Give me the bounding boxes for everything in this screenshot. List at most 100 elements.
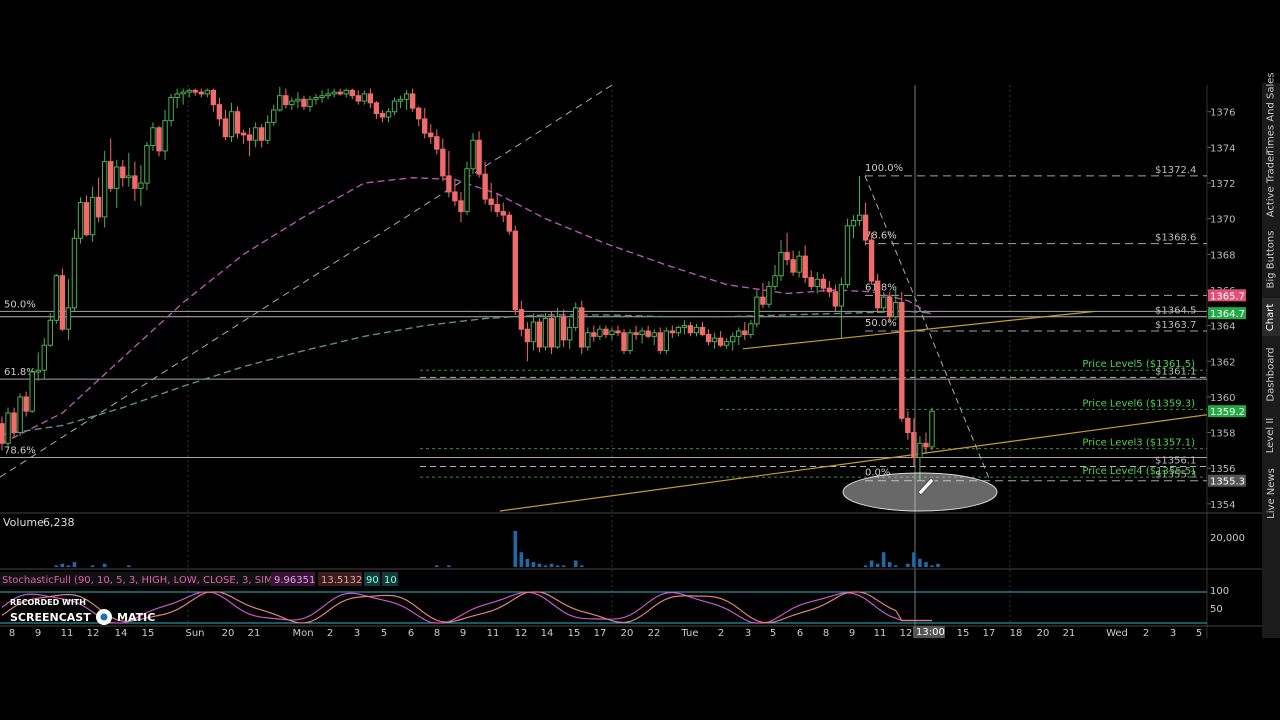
candle-body xyxy=(337,91,343,95)
candle-body xyxy=(415,107,422,120)
candle-body xyxy=(29,371,35,412)
fib-price-label: $1368.6 xyxy=(1155,233,1196,244)
horizontal-line-label: $1364.5 xyxy=(1155,306,1196,317)
candle-body xyxy=(95,196,102,218)
candle-body xyxy=(488,198,494,205)
retracement-label: 78.6% xyxy=(4,446,36,457)
candle-body xyxy=(814,278,820,287)
candle-body xyxy=(150,127,156,147)
candle-body xyxy=(778,252,784,277)
tab-level-ii[interactable]: Level II xyxy=(1262,412,1280,458)
volume-bar xyxy=(127,565,131,567)
x-tick-label: 2 xyxy=(718,628,724,639)
candle-body xyxy=(560,316,567,341)
tab-times-and-sales[interactable]: Times And Sales xyxy=(1262,72,1280,154)
candle-body xyxy=(65,307,72,330)
x-tick-label: 8 xyxy=(823,628,829,639)
volume-bar xyxy=(561,565,566,567)
candle-body xyxy=(548,317,555,348)
x-tick-label: 14 xyxy=(115,628,128,639)
candle-body xyxy=(651,332,657,337)
candle-body xyxy=(639,330,645,336)
price-level-label: Price Level3 ($1357.1) xyxy=(1082,438,1195,449)
tab-big-buttons[interactable]: Big Buttons xyxy=(1262,228,1280,290)
candle-body xyxy=(929,410,935,448)
x-tick-label: 11 xyxy=(487,628,500,639)
x-tick-label: 5 xyxy=(1196,628,1202,639)
candle-body xyxy=(23,396,29,412)
x-tick-label: 15 xyxy=(957,628,970,639)
candle-body xyxy=(17,396,23,434)
x-tick-label: 22 xyxy=(648,628,661,639)
fib-price-label: $1372.4 xyxy=(1155,165,1196,176)
x-tick-label: 15 xyxy=(142,628,155,639)
volume-bar xyxy=(435,565,439,567)
candle-body xyxy=(536,321,543,348)
candle-body xyxy=(742,330,748,336)
stochastic-axis-100: 100 xyxy=(1210,586,1229,597)
tab-dashboard[interactable]: Dashboard xyxy=(1262,345,1280,403)
y-tick-label: 1358 xyxy=(1210,429,1235,440)
x-tick-label: 9 xyxy=(849,628,855,639)
stochastic-k-value: 9.96351 xyxy=(274,575,315,586)
candle-body xyxy=(252,127,259,141)
candle-body xyxy=(301,98,307,107)
volume-bar xyxy=(875,563,880,567)
candle-body xyxy=(681,325,688,328)
candle-body xyxy=(271,109,277,123)
overbought-value: 90 xyxy=(366,575,379,586)
candle-body xyxy=(403,93,410,100)
stochastic-axis-50: 50 xyxy=(1210,604,1223,615)
candle-body xyxy=(277,95,283,111)
candle-body xyxy=(476,139,482,175)
candle-body xyxy=(114,166,120,189)
candle-body xyxy=(494,203,500,213)
candle-body xyxy=(47,319,54,346)
candle-body xyxy=(874,280,881,309)
candle-body xyxy=(826,287,833,293)
price-level-label: Price Level5 ($1361.5) xyxy=(1082,359,1195,370)
candle-body xyxy=(711,337,718,343)
volume-bar xyxy=(863,565,868,567)
volume-label: Volume xyxy=(3,516,44,529)
volume-bar xyxy=(912,552,916,567)
tab-live-news[interactable]: Live News xyxy=(1262,466,1280,520)
candle-body xyxy=(609,330,615,336)
candle-body xyxy=(784,252,790,261)
stochastic-label: StochasticFull (90, 10, 5, 3, HIGH, LOW,… xyxy=(2,575,295,586)
tab-chart[interactable]: Chart xyxy=(1262,298,1280,336)
candle-body xyxy=(627,332,633,352)
candle-body xyxy=(802,255,808,279)
x-tick-label: 11 xyxy=(61,628,74,639)
candle-body xyxy=(228,111,235,138)
candle-body xyxy=(325,93,331,97)
tab-active-trader[interactable]: Active Trader xyxy=(1262,150,1280,218)
volume-bar xyxy=(102,563,107,567)
candle-body xyxy=(434,136,440,150)
volume-bar xyxy=(924,562,928,567)
x-tick-label: 3 xyxy=(354,628,360,639)
candle-body xyxy=(397,98,404,102)
candle-body xyxy=(790,259,796,273)
candle-body xyxy=(615,330,621,334)
price-tag-label: 1355.3 xyxy=(1210,477,1245,488)
candle-body xyxy=(258,127,265,141)
candle-body xyxy=(108,161,114,189)
x-tick-label: 17 xyxy=(983,628,996,639)
price-chart[interactable]: 1354135613581360136213641366136813701372… xyxy=(0,0,1280,720)
candle-body xyxy=(373,102,380,115)
volume-bar xyxy=(531,562,536,567)
candle-body xyxy=(446,175,452,193)
x-tick-label: 20 xyxy=(621,628,634,639)
candle-body xyxy=(283,95,289,106)
candle-body xyxy=(422,118,428,134)
candle-body xyxy=(246,134,253,141)
price-tag-label: 1364.7 xyxy=(1210,309,1245,320)
candle-body xyxy=(518,309,525,330)
candle-body xyxy=(699,326,706,336)
candle-body xyxy=(621,332,627,352)
x-tick-label: 5 xyxy=(381,628,387,639)
candle-body xyxy=(597,328,603,337)
candle-body xyxy=(210,89,217,106)
candle-body xyxy=(880,296,887,309)
